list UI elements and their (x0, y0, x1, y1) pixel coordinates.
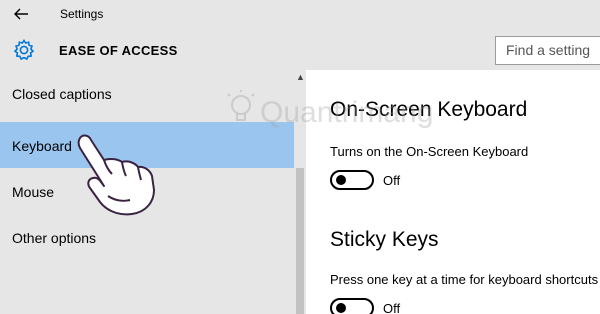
settings-window: Settings EASE OF ACCESS Find a setting C… (0, 0, 600, 314)
window-title: Settings (60, 7, 104, 21)
on-screen-keyboard-heading: On-Screen Keyboard (330, 98, 528, 121)
sidebar-scrollbar[interactable]: ▲ (294, 70, 306, 314)
search-placeholder: Find a setting (506, 42, 591, 58)
sidebar-item-other-options[interactable]: Other options (0, 214, 294, 260)
scroll-up-icon[interactable]: ▲ (296, 72, 305, 82)
sidebar-item-label: Closed captions (12, 86, 112, 102)
search-input[interactable]: Find a setting (495, 36, 600, 65)
sticky-keys-state: Off (383, 301, 401, 314)
sidebar: Closed captions Keyboard Mouse Other opt… (0, 70, 306, 314)
page-title: EASE OF ACCESS (59, 43, 178, 58)
back-button[interactable] (10, 4, 32, 24)
sidebar-item-label: Mouse (12, 184, 55, 200)
on-screen-keyboard-toggle[interactable] (330, 170, 374, 190)
scrollbar-thumb[interactable] (296, 168, 304, 314)
sticky-keys-toggle[interactable] (330, 298, 374, 314)
on-screen-keyboard-state: Off (383, 173, 401, 188)
sidebar-item-label: Other options (12, 230, 97, 246)
toggle-knob (336, 303, 346, 313)
page-header: EASE OF ACCESS Find a setting (0, 28, 600, 70)
main-content: On-Screen Keyboard Turns on the On-Scree… (306, 70, 600, 314)
toggle-knob (336, 175, 346, 185)
on-screen-keyboard-description: Turns on the On-Screen Keyboard (330, 144, 529, 159)
sidebar-item-keyboard[interactable]: Keyboard (0, 122, 294, 168)
back-arrow-icon (14, 8, 28, 20)
sidebar-item-closed-captions[interactable]: Closed captions (0, 70, 294, 116)
sidebar-item-mouse[interactable]: Mouse (0, 168, 294, 214)
title-bar: Settings (0, 0, 600, 28)
sidebar-item-label: Keyboard (12, 138, 72, 154)
gear-icon (13, 39, 35, 61)
sticky-keys-heading: Sticky Keys (330, 228, 439, 251)
sticky-keys-description: Press one key at a time for keyboard sho… (330, 272, 599, 287)
